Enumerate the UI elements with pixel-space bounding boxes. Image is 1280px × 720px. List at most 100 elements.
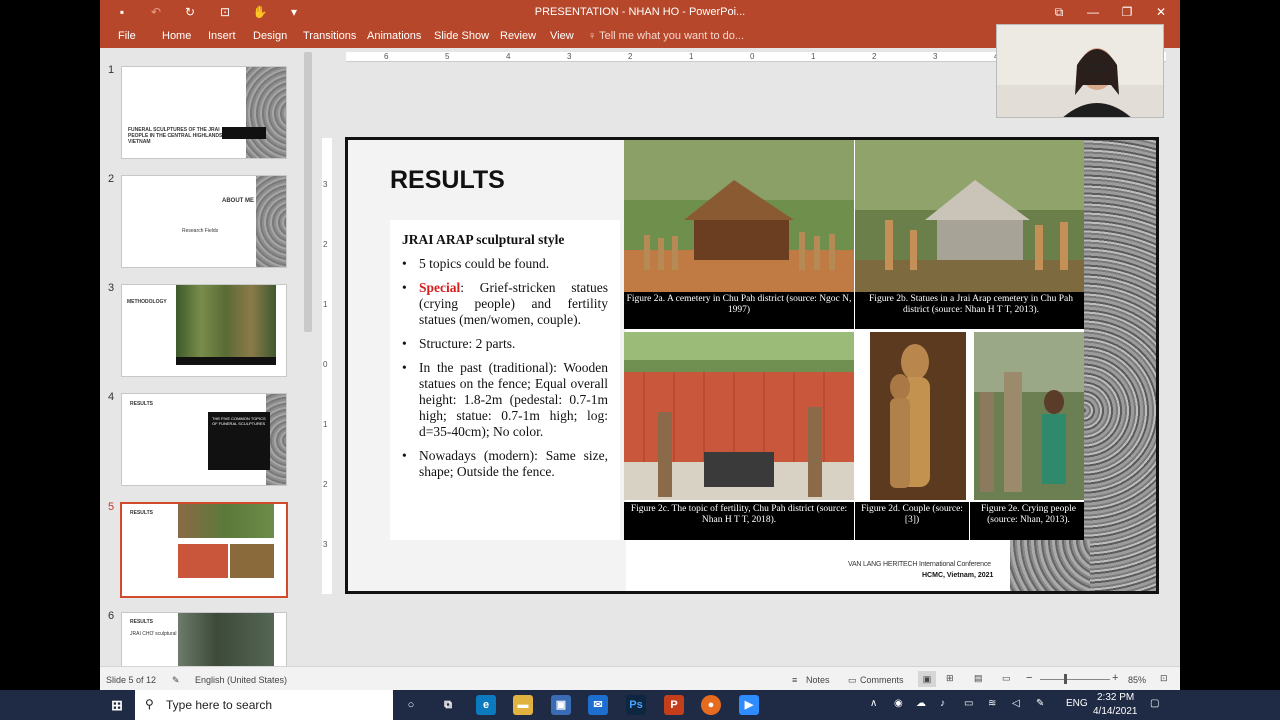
maximize-button[interactable]: ❐ — [1112, 3, 1142, 21]
firefox-icon[interactable]: ● — [701, 695, 721, 715]
minimize-button[interactable]: — — [1078, 3, 1108, 21]
thumb-dark-box: THE FIVE COMMON TOPICS OF FUNERAL SCULPT… — [208, 412, 270, 470]
file-explorer-icon[interactable]: ▬ — [513, 695, 533, 715]
figure-2c-caption: Figure 2c. The topic of fertility, Chu P… — [624, 502, 854, 540]
bullet-item: In the past (traditional): Wooden statue… — [402, 360, 608, 440]
slide-thumbnail-3[interactable]: METHODOLOGY — [121, 284, 287, 377]
ribbon-display-icon[interactable]: ⧉ — [1044, 3, 1074, 21]
wood-texture — [246, 67, 286, 158]
thumbnails-scrollbar[interactable] — [304, 52, 312, 332]
thumb-title: ABOUT ME — [222, 198, 254, 204]
slide-sorter-icon[interactable]: ⊞ — [946, 673, 954, 684]
ruler-mark: 4 — [506, 52, 511, 61]
windows-start-icon[interactable]: ⊞ — [107, 695, 127, 715]
ruler-mark: 2 — [323, 480, 328, 489]
tab-transitions[interactable]: Transitions — [303, 30, 356, 42]
current-slide[interactable]: RESULTS JRAI ARAP sculptural style 5 top… — [345, 137, 1159, 594]
ruler-mark: 3 — [323, 180, 328, 189]
tab-view[interactable]: View — [550, 30, 574, 42]
slide-subtitle: JRAI ARAP sculptural style — [402, 232, 565, 247]
ruler-mark: 0 — [323, 360, 328, 369]
slide-footer-location: HCMC, Vietnam, 2021 — [922, 572, 994, 579]
zoom-app-icon[interactable]: ▶ — [739, 695, 759, 715]
normal-view-icon[interactable]: ▣ — [918, 671, 936, 687]
tray-chevron-icon[interactable]: ∧ — [870, 698, 877, 709]
zoom-in-button[interactable]: + — [1112, 672, 1118, 684]
onedrive-icon[interactable]: ☁ — [916, 698, 926, 709]
ruler-mark: 2 — [628, 52, 633, 61]
tab-slide-show[interactable]: Slide Show — [434, 30, 489, 42]
taskbar-search[interactable]: ⚲ Type here to search — [135, 690, 393, 720]
ruler-mark: 0 — [750, 52, 755, 61]
vertical-ruler: 3 2 1 0 1 2 3 — [322, 138, 332, 594]
language-indicator[interactable]: English (United States) — [195, 675, 287, 685]
wood-texture — [256, 176, 286, 267]
slide-textbox[interactable]: JRAI ARAP sculptural style 5 topics coul… — [390, 220, 620, 540]
comments-button[interactable]: Comments — [860, 675, 904, 685]
slideshow-icon[interactable]: ▭ — [1002, 673, 1011, 684]
photoshop-icon[interactable]: Ps — [626, 695, 646, 715]
input-language[interactable]: ENG — [1066, 698, 1088, 709]
tab-file[interactable]: File — [118, 30, 136, 42]
webcam-overlay — [996, 24, 1164, 118]
thumb-photo-statues — [230, 544, 274, 578]
thumb-number: 6 — [108, 610, 115, 622]
zoom-level[interactable]: 85% — [1128, 675, 1146, 685]
tell-me-text: Tell me what you want to do... — [599, 30, 745, 42]
thumb-photo-top — [178, 504, 274, 538]
thumb-author-box — [222, 127, 266, 139]
wifi-icon[interactable]: ≋ — [988, 698, 996, 709]
figure-2e-photo[interactable] — [974, 332, 1087, 500]
figure-2c-photo[interactable] — [624, 332, 854, 500]
task-view-icon[interactable]: ⧉ — [438, 695, 458, 715]
microphone-icon[interactable]: ♪ — [940, 698, 945, 709]
reading-view-icon[interactable]: ▤ — [974, 673, 983, 684]
thumb-number: 1 — [108, 64, 115, 76]
slide-thumbnail-1[interactable]: FUNERAL SCULPTURES OF THE JRAI PEOPLE IN… — [121, 66, 287, 159]
figure-2b-photo[interactable] — [855, 140, 1087, 292]
notifications-icon[interactable]: ▢ — [1150, 698, 1159, 709]
cortana-icon[interactable]: ○ — [401, 695, 421, 715]
powerpoint-icon[interactable]: P — [664, 695, 684, 715]
zoom-out-button[interactable]: − — [1026, 672, 1032, 684]
zoom-slider-thumb[interactable] — [1064, 674, 1067, 684]
edge-icon[interactable]: e — [476, 695, 496, 715]
tell-me-search[interactable]: ♀ Tell me what you want to do... — [588, 30, 744, 42]
zoom-slider[interactable] — [1040, 679, 1110, 680]
spellcheck-icon[interactable]: ✎ — [172, 675, 180, 686]
battery-icon[interactable]: ▭ — [964, 698, 973, 709]
search-placeholder: Type here to search — [166, 698, 273, 712]
tab-design[interactable]: Design — [253, 30, 287, 42]
mail-icon[interactable]: ✉ — [588, 695, 608, 715]
thumb-title: RESULTS — [130, 510, 153, 516]
lightbulb-icon: ♀ — [588, 30, 600, 42]
slide-thumbnail-6[interactable]: RESULTS JRAI CHƠ sculptural style — [121, 612, 287, 666]
figure-2a-photo[interactable] — [624, 140, 854, 292]
slide-title[interactable]: RESULTS — [390, 166, 505, 195]
tab-animations[interactable]: Animations — [367, 30, 421, 42]
clock-time[interactable]: 2:32 PM — [1097, 692, 1134, 703]
figure-2a-caption: Figure 2a. A cemetery in Chu Pah distric… — [624, 292, 854, 329]
thumb-box-text: THE FIVE COMMON TOPICS OF FUNERAL SCULPT… — [212, 416, 266, 426]
store-icon[interactable]: ▣ — [551, 695, 571, 715]
ruler-mark: 3 — [323, 540, 328, 549]
tab-review[interactable]: Review — [500, 30, 536, 42]
volume-icon[interactable]: ◁ — [1012, 698, 1020, 709]
close-button[interactable]: ✕ — [1146, 3, 1176, 21]
thumb-number: 5 — [108, 501, 115, 513]
tab-insert[interactable]: Insert — [208, 30, 236, 42]
thumb-number: 4 — [108, 391, 115, 403]
figure-2d-photo[interactable] — [870, 332, 966, 500]
notes-button[interactable]: Notes — [806, 675, 830, 685]
clock-date[interactable]: 4/14/2021 — [1093, 706, 1138, 717]
slide-thumbnail-4[interactable]: RESULTS THE FIVE COMMON TOPICS OF FUNERA… — [121, 393, 287, 486]
tab-home[interactable]: Home — [162, 30, 191, 42]
pen-icon[interactable]: ✎ — [1036, 698, 1044, 709]
thumb-photo-roof — [178, 544, 228, 578]
tray-app-icon[interactable]: ◉ — [894, 698, 903, 709]
slide-thumbnails-pane[interactable]: 1 FUNERAL SCULPTURES OF THE JRAI PEOPLE … — [100, 48, 316, 666]
figure-2e-caption: Figure 2e. Crying people (source: Nhan, … — [970, 502, 1087, 540]
slide-thumbnail-2[interactable]: ABOUT ME Research Fields — [121, 175, 287, 268]
fit-slide-icon[interactable]: ⊡ — [1160, 673, 1168, 684]
slide-thumbnail-5[interactable]: RESULTS — [120, 502, 288, 598]
